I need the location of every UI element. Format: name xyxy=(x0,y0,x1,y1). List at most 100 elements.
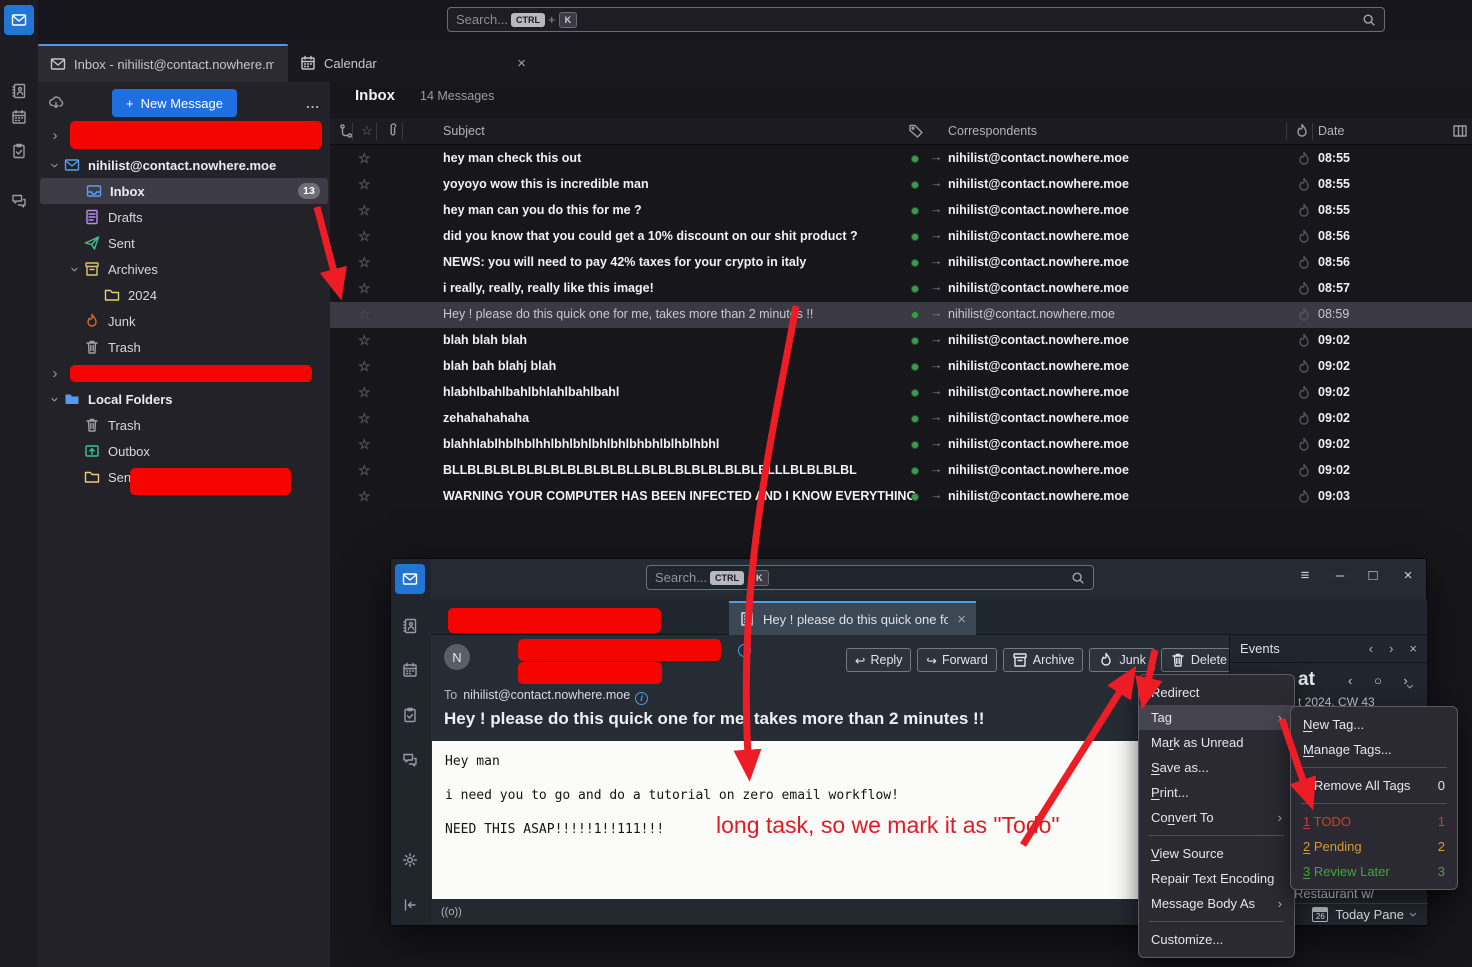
calendar-icon[interactable] xyxy=(4,102,34,132)
message-row[interactable]: ☆did you know that you could get a 10% d… xyxy=(330,224,1472,250)
menu-item-new-tag[interactable]: New Tag... xyxy=(1291,712,1457,737)
folder-row-sent[interactable]: Sent xyxy=(38,230,330,256)
minimize-icon[interactable]: – xyxy=(1329,567,1351,584)
star-icon[interactable]: ☆ xyxy=(358,254,371,271)
read-status-dot[interactable] xyxy=(911,337,919,345)
subject-column[interactable]: Subject xyxy=(443,124,485,138)
folder-row-trash[interactable]: Trash xyxy=(38,334,330,360)
chevron-down-icon[interactable]: › xyxy=(48,156,63,174)
chat-icon[interactable] xyxy=(4,186,34,216)
message-row[interactable]: ☆WARNING YOUR COMPUTER HAS BEEN INFECTED… xyxy=(330,484,1472,510)
account-row-local-folders[interactable]: ›Local Folders xyxy=(38,386,330,412)
read-status-dot[interactable] xyxy=(911,441,919,449)
chevron-down-icon[interactable]: › xyxy=(48,390,63,408)
menu-item-convert-to[interactable]: Convert To› xyxy=(1139,805,1294,830)
collapse-toolbar-icon[interactable] xyxy=(395,890,425,920)
folder-pane-options-icon[interactable]: ... xyxy=(306,96,320,111)
attachment-column-icon[interactable] xyxy=(385,123,401,139)
menu-item-customize[interactable]: Customize... xyxy=(1139,927,1294,952)
correspondents-column[interactable]: Correspondents xyxy=(948,124,1037,138)
popup-tab-message[interactable]: Hey ! please do this quick one for × xyxy=(729,601,976,635)
star-icon[interactable]: ☆ xyxy=(358,150,371,167)
star-icon[interactable]: ☆ xyxy=(358,410,371,427)
read-status-dot[interactable] xyxy=(911,285,919,293)
tasks-icon[interactable] xyxy=(4,136,34,166)
folder-row-outbox[interactable]: Outbox xyxy=(38,438,330,464)
archive-button[interactable]: Archive xyxy=(1003,648,1084,672)
calendar-icon[interactable] xyxy=(395,655,425,685)
recipient-info-icon[interactable]: i xyxy=(635,692,648,705)
junk-button[interactable]: Junk xyxy=(1089,648,1154,672)
folder-row-redacted[interactable]: › xyxy=(38,118,330,152)
read-status-dot[interactable] xyxy=(911,493,919,501)
star-icon[interactable]: ☆ xyxy=(358,332,371,349)
next-icon[interactable]: › xyxy=(1389,641,1393,656)
menu-item-redirect[interactable]: Redirect xyxy=(1139,680,1294,705)
message-row[interactable]: ☆blah blah blah→nihilist@contact.nowhere… xyxy=(330,328,1472,354)
menu-item-1-todo[interactable]: 1 TODO1 xyxy=(1291,809,1457,834)
star-icon[interactable]: ☆ xyxy=(358,176,371,193)
junk-status-icon[interactable] xyxy=(1296,307,1312,323)
mail-space-icon[interactable] xyxy=(395,564,425,594)
chat-icon[interactable] xyxy=(395,745,425,775)
close-tab-icon[interactable]: × xyxy=(517,55,526,72)
close-panel-icon[interactable]: × xyxy=(1409,641,1417,656)
column-header-row[interactable]: ☆ Subject Correspondents Date xyxy=(330,118,1472,145)
menu-item-view-source[interactable]: View Source xyxy=(1139,841,1294,866)
star-icon[interactable]: ☆ xyxy=(358,462,371,479)
tasks-icon[interactable] xyxy=(395,700,425,730)
star-icon[interactable]: ☆ xyxy=(358,436,371,453)
folder-row-2024[interactable]: 2024 xyxy=(38,282,330,308)
column-picker-icon[interactable] xyxy=(1452,123,1468,139)
read-status-dot[interactable] xyxy=(911,181,919,189)
read-status-dot[interactable] xyxy=(911,311,919,319)
delete-button[interactable]: Delete xyxy=(1161,648,1236,672)
read-status-dot[interactable] xyxy=(911,389,919,397)
junk-status-icon[interactable] xyxy=(1296,359,1312,375)
star-icon[interactable]: ☆ xyxy=(358,488,371,505)
global-search-input[interactable]: Search... CTRL + K xyxy=(447,7,1385,32)
menu-item-0-remove-all-tags[interactable]: 0 Remove All Tags0 xyxy=(1291,773,1457,798)
prev-icon[interactable]: ‹ xyxy=(1369,641,1373,656)
message-row[interactable]: ☆Hey ! please do this quick one for me, … xyxy=(330,302,1472,328)
folder-row-junk[interactable]: Junk xyxy=(38,308,330,334)
folder-row-archives[interactable]: ›Archives xyxy=(38,256,330,282)
chevron-right-icon[interactable]: › xyxy=(46,128,64,143)
folder-row-trash[interactable]: Trash xyxy=(38,412,330,438)
close-window-icon[interactable]: × xyxy=(1397,567,1419,584)
message-row[interactable]: ☆hey man can you do this for me ?→nihili… xyxy=(330,198,1472,224)
junk-status-icon[interactable] xyxy=(1296,281,1312,297)
menu-item-2-pending[interactable]: 2 Pending2 xyxy=(1291,834,1457,859)
popup-search-input[interactable]: Search... CTRL K xyxy=(646,565,1094,590)
junk-status-icon[interactable] xyxy=(1296,333,1312,349)
read-status-dot[interactable] xyxy=(911,415,919,423)
message-row[interactable]: ☆i really, really, really like this imag… xyxy=(330,276,1472,302)
date-column[interactable]: Date xyxy=(1318,124,1344,138)
message-row[interactable]: ☆hlabhlbahlbahlbhlahlbahlbahl→nihilist@c… xyxy=(330,380,1472,406)
menu-item-message-body-as[interactable]: Message Body As› xyxy=(1139,891,1294,916)
menu-item-tag[interactable]: Tag› xyxy=(1139,705,1294,730)
menu-item-mark-as-unread[interactable]: Mark as Unread xyxy=(1139,730,1294,755)
star-icon[interactable]: ☆ xyxy=(358,358,371,375)
junk-status-icon[interactable] xyxy=(1296,489,1312,505)
chevron-right-icon[interactable]: › xyxy=(46,366,64,381)
menu-item-save-as[interactable]: Save as... xyxy=(1139,755,1294,780)
new-message-button[interactable]: + New Message xyxy=(112,89,237,117)
junk-status-icon[interactable] xyxy=(1296,255,1312,271)
menu-item-manage-tags[interactable]: Manage Tags... xyxy=(1291,737,1457,762)
app-menu-icon[interactable]: ≡ xyxy=(1294,567,1316,584)
folder-row-inbox[interactable]: Inbox13 xyxy=(40,178,328,204)
tab-calendar[interactable]: Calendar × xyxy=(288,44,538,82)
star-icon[interactable]: ☆ xyxy=(358,384,371,401)
message-row[interactable]: ☆blah bah blahj blah→nihilist@contact.no… xyxy=(330,354,1472,380)
junk-status-icon[interactable] xyxy=(1296,177,1312,193)
message-row[interactable]: ☆blahhlablhblhblhhlbhlbhlbhlbhlbhbhlblhb… xyxy=(330,432,1472,458)
star-column-icon[interactable]: ☆ xyxy=(361,123,373,139)
menu-item-print[interactable]: Print... xyxy=(1139,780,1294,805)
junk-column-icon[interactable] xyxy=(1294,123,1310,139)
message-row[interactable]: ☆hey man check this out→nihilist@contact… xyxy=(330,146,1472,172)
read-status-dot[interactable] xyxy=(911,363,919,371)
junk-status-icon[interactable] xyxy=(1296,411,1312,427)
account-row-nihilist-contact-nowhere-moe[interactable]: ›nihilist@contact.nowhere.moe xyxy=(38,152,330,178)
sender-info-icon[interactable]: i xyxy=(738,644,751,657)
